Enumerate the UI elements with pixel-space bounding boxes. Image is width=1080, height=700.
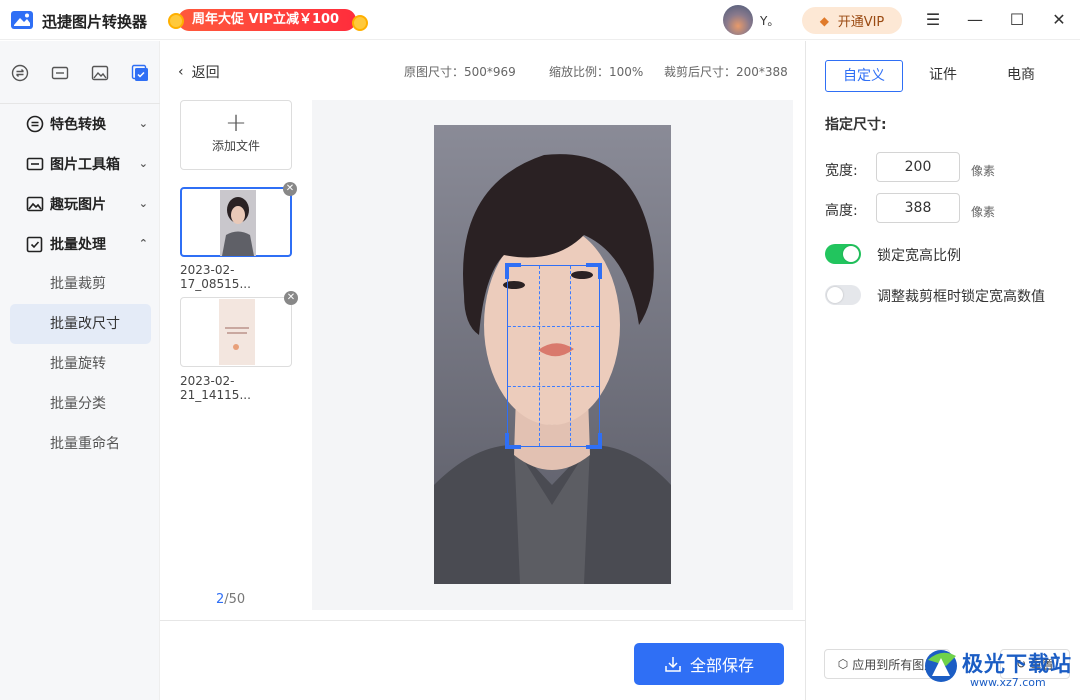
promo-text[interactable]: 周年大促 VIP立减￥100 bbox=[178, 9, 356, 31]
toolbox-shortcut-icon[interactable] bbox=[40, 57, 80, 89]
chevron-left-icon: ‹ bbox=[178, 64, 184, 80]
menu-group-toolbox[interactable]: 图片工具箱 ⌄ bbox=[0, 144, 160, 184]
sidebar-item-batch-rotate[interactable]: 批量旋转 bbox=[10, 344, 151, 384]
chevron-down-icon: ⌄ bbox=[138, 117, 148, 130]
sidebar-shortcuts bbox=[0, 57, 160, 89]
height-input[interactable]: 388 bbox=[876, 193, 960, 223]
file-name: 2023-02-21_14115... bbox=[180, 374, 251, 402]
add-file-label: 添加文件 bbox=[211, 139, 260, 153]
sidebar-item-batch-classify[interactable]: 批量分类 bbox=[10, 384, 151, 424]
lock-values-label: 调整裁剪框时锁定宽高数值 bbox=[877, 289, 1045, 305]
width-label: 宽度: bbox=[825, 163, 858, 179]
lock-ratio-toggle[interactable] bbox=[825, 244, 861, 264]
preview-canvas bbox=[312, 100, 793, 610]
vip-button-label: 开通VIP bbox=[837, 15, 885, 30]
menu-group-convert[interactable]: 特色转换 ⌄ bbox=[0, 104, 160, 144]
width-unit: 像素 bbox=[971, 164, 996, 178]
watermark-logo-icon bbox=[925, 650, 957, 682]
batch-shortcut-icon[interactable] bbox=[120, 57, 160, 89]
pager-total: /50 bbox=[224, 592, 246, 607]
fun-image-icon bbox=[26, 196, 44, 212]
tab-ecommerce[interactable]: 电商 bbox=[984, 60, 1058, 92]
title-bar: 迅捷图片转换器 周年大促 VIP立减￥100 Y。 ◆ 开通VIP ☰ — ☐ … bbox=[0, 0, 1080, 40]
portrait-thumbnail-image bbox=[220, 190, 256, 256]
crop-handle-top-left[interactable] bbox=[505, 263, 521, 279]
avatar[interactable] bbox=[723, 5, 753, 35]
remove-file-icon[interactable]: ✕ bbox=[284, 291, 298, 305]
toggle-knob bbox=[827, 287, 843, 303]
minimize-icon[interactable]: — bbox=[965, 10, 985, 30]
batch-icon bbox=[26, 236, 43, 253]
chevron-down-icon: ⌄ bbox=[138, 197, 148, 210]
toggle-knob bbox=[843, 246, 859, 262]
coin-icon bbox=[352, 15, 368, 31]
crop-handle-bottom-right[interactable] bbox=[586, 433, 602, 449]
crop-box[interactable] bbox=[505, 263, 602, 449]
section-title: 指定尺寸: bbox=[825, 117, 887, 133]
app-logo-icon bbox=[11, 11, 33, 29]
download-icon bbox=[665, 657, 681, 672]
grid-line bbox=[539, 266, 540, 446]
height-unit: 像素 bbox=[971, 205, 996, 219]
menu-group-label: 特色转换 bbox=[50, 117, 106, 133]
height-label: 高度: bbox=[825, 203, 858, 219]
sidebar-item-batch-resize[interactable]: 批量改尺寸 bbox=[10, 304, 151, 344]
save-all-button[interactable]: 全部保存 bbox=[634, 643, 784, 685]
grid-line bbox=[508, 386, 599, 387]
preview-image bbox=[434, 125, 671, 584]
toolbox-icon bbox=[26, 157, 44, 171]
watermark: 极光下载站 www.xz7.com bbox=[922, 644, 1074, 696]
add-file-button[interactable]: + 添加文件 bbox=[180, 100, 292, 170]
menu-group-label: 图片工具箱 bbox=[50, 157, 120, 173]
text-thumbnail-image bbox=[219, 299, 255, 365]
watermark-text: 极光下载站 bbox=[962, 652, 1072, 676]
tab-custom[interactable]: 自定义 bbox=[825, 60, 903, 92]
lock-values-toggle[interactable] bbox=[825, 285, 861, 305]
convert-shortcut-icon[interactable] bbox=[0, 57, 40, 89]
vip-button[interactable]: ◆ 开通VIP bbox=[802, 7, 902, 34]
menu-group-fun-image[interactable]: 趣玩图片 ⌄ bbox=[0, 184, 160, 224]
cube-icon: ⬡ bbox=[837, 657, 849, 671]
menu-group-label: 趣玩图片 bbox=[50, 197, 106, 213]
username[interactable]: Y。 bbox=[760, 12, 779, 29]
sidebar-item-batch-rename[interactable]: 批量重命名 bbox=[10, 424, 151, 464]
menu-group-batch[interactable]: 批量处理 ⌃ bbox=[0, 224, 160, 264]
scale-info: 缩放比例：100% bbox=[549, 65, 644, 79]
convert-icon bbox=[26, 115, 44, 133]
chevron-down-icon: ⌄ bbox=[138, 157, 148, 170]
plus-icon: + bbox=[225, 108, 247, 138]
image-shortcut-icon[interactable] bbox=[80, 57, 120, 89]
close-icon[interactable]: ✕ bbox=[1049, 10, 1069, 30]
crop-size-info: 裁剪后尺寸：200*388 bbox=[664, 65, 788, 79]
chevron-up-icon: ⌃ bbox=[138, 237, 148, 250]
tab-id-photo[interactable]: 证件 bbox=[906, 60, 980, 92]
file-thumbnail[interactable]: ✕ bbox=[180, 291, 298, 367]
original-size-info: 原图尺寸：500*969 bbox=[404, 65, 516, 79]
grid-line bbox=[508, 326, 599, 327]
remove-file-icon[interactable]: ✕ bbox=[283, 182, 297, 196]
save-all-label: 全部保存 bbox=[689, 656, 754, 675]
lock-ratio-label: 锁定宽高比例 bbox=[877, 248, 961, 264]
grid-line bbox=[570, 266, 571, 446]
crop-handle-bottom-left[interactable] bbox=[505, 433, 521, 449]
app-title: 迅捷图片转换器 bbox=[42, 13, 148, 31]
file-pager: 2/50 bbox=[216, 592, 245, 607]
maximize-icon[interactable]: ☐ bbox=[1007, 10, 1027, 30]
sidebar: 特色转换 ⌄ 图片工具箱 ⌄ 趣玩图片 ⌄ 批量处理 ⌃ 批量裁剪 批量改尺寸 … bbox=[0, 41, 160, 700]
settings-panel: 自定义 证件 电商 指定尺寸: 宽度: 200 像素 高度: 388 像素 锁定… bbox=[805, 41, 1080, 700]
crop-handle-top-right[interactable] bbox=[586, 263, 602, 279]
sidebar-item-batch-crop[interactable]: 批量裁剪 bbox=[10, 264, 151, 304]
file-thumbnail[interactable]: ✕ bbox=[180, 182, 297, 257]
menu-icon[interactable]: ☰ bbox=[923, 10, 943, 30]
watermark-url: www.xz7.com bbox=[970, 676, 1046, 689]
menu-group-label: 批量处理 bbox=[50, 237, 106, 253]
promo-banner[interactable]: 周年大促 VIP立减￥100 bbox=[168, 7, 368, 33]
coin-icon bbox=[168, 13, 184, 29]
file-list: ‹ 返回 + 添加文件 ✕ 2023-02-17_08515... ✕ 2023… bbox=[160, 41, 305, 621]
file-name: 2023-02-17_08515... bbox=[180, 263, 251, 291]
back-label: 返回 bbox=[191, 65, 220, 81]
width-input[interactable]: 200 bbox=[876, 152, 960, 182]
diamond-icon: ◆ bbox=[819, 13, 829, 28]
back-button[interactable]: ‹ 返回 bbox=[178, 62, 220, 82]
